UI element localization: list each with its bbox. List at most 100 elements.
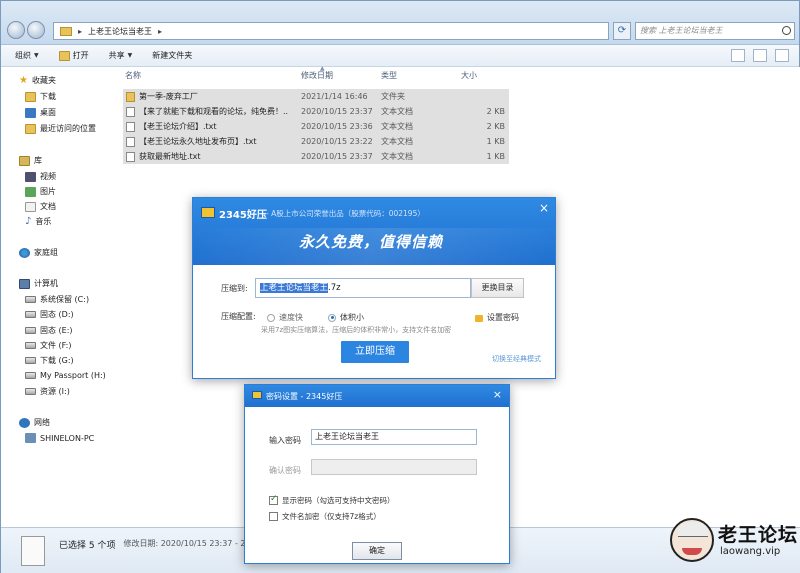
sidebar-item-libraries[interactable]: 库 [19,155,42,166]
column-header-size[interactable]: 大小 [461,70,477,81]
show-password-checkbox[interactable]: 显示密码（勾选可支持中文密码） [269,494,395,506]
sidebar-item-drive-f[interactable]: 文件 (F:) [25,340,71,351]
file-row[interactable]: 第一季-废弃工厂 2021/1/14 16:46 文件夹 [123,89,509,104]
classic-mode-link[interactable]: 切换至经典模式 [492,354,541,364]
password-dialog: 密码设置 - 2345好压 × 输入密码 上老王论坛当老王 确认密码 显示密码（… [244,384,510,564]
help-icon[interactable] [775,49,789,62]
folder-icon [60,26,72,36]
sidebar-item-music[interactable]: ♪ 音乐 [25,216,51,227]
column-header-date[interactable]: 修改日期 [301,70,333,81]
share-button[interactable]: 共享 ▼ [109,50,133,61]
preview-pane-icon[interactable] [753,49,767,62]
file-date: 2020/10/15 23:36 [301,122,373,131]
sidebar-item-homegroup[interactable]: 家庭组 [19,247,58,258]
sidebar-item-drive-e[interactable]: 固态 (E:) [25,325,73,336]
sidebar-label: 图片 [40,187,56,196]
ok-button[interactable]: 确定 [352,542,402,560]
archive-name-input[interactable]: 上老王论坛当老王.7z [255,278,471,298]
drive-icon [25,388,36,395]
file-row[interactable]: 【来了就能下载和观看的论坛，纯免费！... 2020/10/15 23:37 文… [123,104,509,119]
organize-button[interactable]: 组织 ▼ [15,50,39,61]
close-icon[interactable]: × [539,201,549,215]
file-name: 第一季-废弃工厂 [139,92,198,101]
close-icon[interactable]: × [493,388,502,401]
open-button[interactable]: 打开 [58,50,89,61]
sidebar-item-videos[interactable]: 视频 [25,171,56,182]
config-label: 压缩配置: [221,312,256,321]
radio-size[interactable]: 体积小 [328,312,364,323]
sidebar-item-favorites[interactable]: ★ 收藏夹 [19,75,56,86]
video-icon [25,171,36,182]
password-dialog-header: 密码设置 - 2345好压 × [245,385,509,407]
column-header-name[interactable]: 名称 [125,70,141,81]
password-input[interactable]: 上老王论坛当老王 [311,429,477,445]
file-type: 文本文档 [381,122,413,131]
sidebar-item-desktop[interactable]: 桌面 [25,107,56,118]
set-password-link[interactable]: 设置密码 [475,312,519,323]
change-directory-button[interactable]: 更换目录 [471,278,524,298]
drive-icon [25,357,36,364]
sidebar-item-network-pc[interactable]: SHINELON-PC [25,433,94,443]
back-button[interactable] [7,21,25,39]
file-size: 2 KB [486,122,505,131]
sidebar-item-drive-g[interactable]: 下载 (G:) [25,355,74,366]
drive-icon [25,342,36,349]
sidebar-item-pictures[interactable]: 图片 [25,186,56,197]
sidebar-item-computer[interactable]: 计算机 [19,278,58,289]
text-file-icon [126,107,135,117]
refresh-icon[interactable]: ⟳ [613,22,631,40]
app-subtitle: - A股上市公司荣誉出品（股票代码：002195） [266,209,425,218]
sidebar-item-drive-d[interactable]: 固态 (D:) [25,309,74,320]
view-mode-icon[interactable] [731,49,745,62]
sidebar-item-downloads[interactable]: 下载 [25,91,56,102]
set-password-label: 设置密码 [487,313,519,322]
folder-icon [126,92,135,102]
sidebar-item-drive-c[interactable]: 系统保留 (C:) [25,294,89,305]
address-bar[interactable]: ▸ 上老王论坛当老王 ▸ [53,22,609,40]
radio-button [328,313,336,322]
sidebar-label: 资源 (I:) [40,387,70,396]
password-label: 输入密码 [269,436,301,445]
file-row[interactable]: 获取最新地址.txt 2020/10/15 23:37 文本文档 1 KB [123,149,509,164]
sidebar-item-network[interactable]: 网络 [19,417,50,428]
sidebar-label: 家庭组 [34,248,58,257]
share-label: 共享 [108,51,125,60]
file-type: 文本文档 [381,107,413,116]
sidebar-label: 音乐 [35,217,52,226]
forward-button[interactable] [27,21,45,39]
chevron-right-icon: ▸ [78,26,83,36]
confirm-password-label: 确认密码 [269,466,301,475]
drive-icon [25,372,36,379]
network-icon [19,417,30,428]
file-row[interactable]: 【老王论坛介绍】.txt 2020/10/15 23:36 文本文档 2 KB [123,119,509,134]
sidebar-label: 文件 (F:) [40,341,72,350]
sidebar-item-drive-i[interactable]: 资源 (I:) [25,386,70,397]
modified-range: 修改日期: 2020/10/15 23:37 - 202 [123,539,256,548]
sidebar-item-recent[interactable]: 最近访问的位置 [25,123,96,134]
sidebar-label: 系统保留 (C:) [40,295,90,304]
compress-now-button[interactable]: 立即压缩 [341,341,409,363]
file-date: 2020/10/15 23:37 [301,152,373,161]
folder-icon [58,50,70,61]
sidebar-label: 库 [34,156,42,165]
encrypt-filenames-checkbox[interactable]: 文件名加密（仅支持7z格式） [269,511,381,522]
radio-speed[interactable]: 速度快 [267,312,303,323]
watermark: 老王论坛 laowang.vip [668,516,798,572]
sidebar-item-drive-h[interactable]: My Passport (H:) [25,371,106,380]
new-folder-button[interactable]: 新建文件夹 [152,50,192,61]
address-path: 上老王论坛当老王 [88,26,153,36]
open-label: 打开 [72,51,89,60]
file-row[interactable]: 【老王论坛永久地址发布页】.txt 2020/10/15 23:22 文本文档 … [123,134,509,149]
app-logo-icon [201,207,215,218]
navigation-pane: ★ 收藏夹 下载 桌面 最近访问的位置 库 视频 图片 文档 ♪ 音乐 家庭组 … [1,67,113,527]
column-header-type[interactable]: 类型 [381,70,397,81]
file-name: 获取最新地址.txt [139,152,201,161]
selected-files-icon [21,536,45,566]
compression-note: 采用7z图实压缩算法，压缩后的体积非常小，支持文件名加密 [261,326,452,334]
sidebar-label: 下载 (G:) [40,356,74,365]
search-input[interactable]: 搜索 上老王论坛当老王 [635,22,795,40]
title-bar: ▸ 上老王论坛当老王 ▸ ⟳ 搜索 上老王论坛当老王 [1,1,799,45]
desktop-icon [25,107,36,118]
confirm-password-input[interactable] [311,459,477,475]
sidebar-item-documents[interactable]: 文档 [25,201,56,212]
